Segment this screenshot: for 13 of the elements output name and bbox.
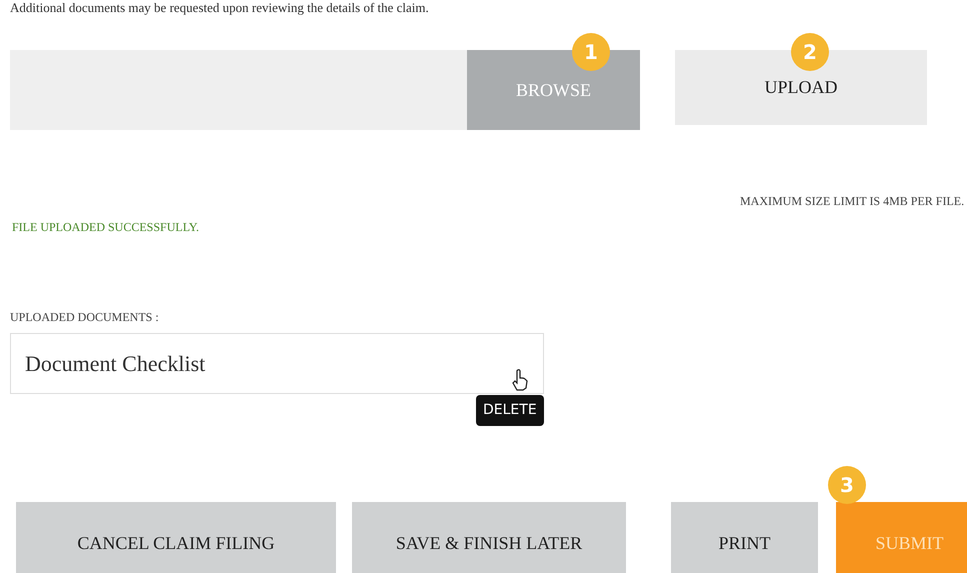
success-message: FILE UPLOADED SUCCESSFULLY. [12,219,199,236]
uploaded-documents-label: UPLOADED DOCUMENTS : [10,309,159,326]
hand-cursor-icon [512,369,528,391]
step-badge: 1 [572,33,610,71]
document-item[interactable]: Document Checklist [10,333,544,394]
delete-tooltip[interactable]: DELETE [476,395,544,426]
step-badge: 3 [828,466,866,504]
action-button[interactable]: CANCEL CLAIM FILING [16,502,336,573]
action-button[interactable]: SAVE & FINISH LATER [352,502,626,573]
intro-text: Additional documents may be requested upon reviewing the details of the claim. [10,0,429,15]
step-badge: 2 [791,33,829,71]
size-limit-text: MAXIMUM SIZE LIMIT IS 4MB PER FILE. [740,193,964,210]
action-button[interactable]: PRINT [671,502,818,573]
